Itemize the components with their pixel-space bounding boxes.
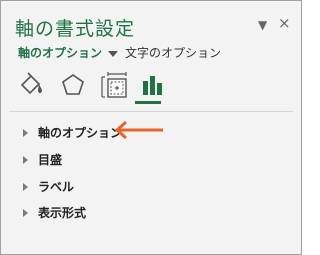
axis-options-dropdown-icon[interactable]: [108, 50, 119, 57]
section-label: 目盛: [38, 153, 63, 167]
expand-triangle-icon: [23, 208, 28, 217]
selected-category-indicator: [135, 101, 161, 104]
section-label: 表示形式: [38, 206, 87, 220]
tab-text-options[interactable]: 文字のオプション: [125, 44, 221, 61]
format-axis-pane: 軸の書式設定 ▼ × 軸のオプション 文字のオプション 軸のオプション 目盛 ラ…: [0, 0, 302, 255]
section-tick-marks[interactable]: 目盛: [23, 151, 62, 168]
section-axis-options[interactable]: 軸のオプション: [23, 124, 122, 141]
expand-triangle-icon: [23, 182, 28, 191]
pentagon-icon[interactable]: [59, 71, 89, 105]
size-properties-icon[interactable]: [99, 71, 129, 105]
divider: [9, 111, 293, 112]
annotation-arrow-icon: [113, 120, 165, 144]
subtab-bar: 軸のオプション 文字のオプション: [18, 44, 221, 61]
bar-chart-icon[interactable]: [139, 71, 169, 105]
tab-axis-options[interactable]: 軸のオプション: [18, 46, 102, 60]
section-label: 軸のオプション: [38, 126, 123, 140]
close-icon[interactable]: ×: [278, 14, 291, 32]
expand-triangle-icon: [23, 155, 28, 164]
pane-options-dropdown-icon[interactable]: ▼: [258, 18, 267, 32]
pane-title: 軸の書式設定: [15, 18, 136, 40]
category-icon-bar: [17, 71, 177, 111]
section-number-format[interactable]: 表示形式: [23, 204, 86, 221]
section-label: ラベル: [38, 180, 75, 194]
section-labels[interactable]: ラベル: [23, 178, 74, 195]
paint-bucket-icon[interactable]: [17, 71, 47, 105]
expand-triangle-icon: [23, 128, 28, 137]
